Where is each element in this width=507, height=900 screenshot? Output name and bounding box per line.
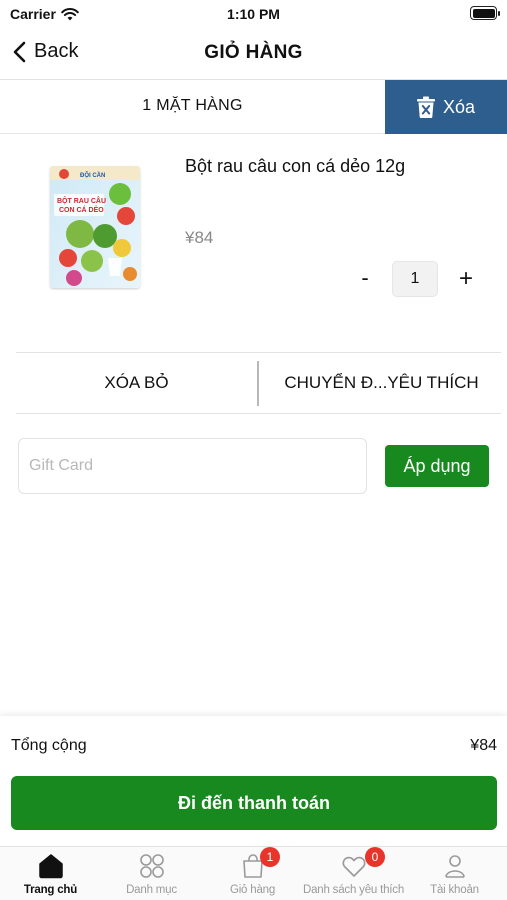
tab-bar: Trang chủ Danh mục 1 Giỏ hàng 0 Danh sác… xyxy=(0,846,507,900)
cart-header: 1 MẶT HÀNG Xóa xyxy=(0,80,507,134)
clear-cart-button[interactable]: Xóa xyxy=(385,80,507,134)
svg-text:ĐỘI CẦN: ĐỘI CẦN xyxy=(80,171,105,179)
svg-text:BỘT RAU CÂU: BỘT RAU CÂU xyxy=(57,196,106,205)
battery-icon xyxy=(470,6,500,20)
quantity-increase-button[interactable]: + xyxy=(455,265,477,293)
svg-text:CON CÁ DẺO: CON CÁ DẺO xyxy=(59,205,104,214)
quantity-value[interactable]: 1 xyxy=(392,261,438,297)
tab-account[interactable]: Tài khoản xyxy=(404,847,505,900)
page-title: GIỎ HÀNG xyxy=(204,42,303,63)
tab-label: Tài khoản xyxy=(430,884,479,896)
item-actions: XÓA BỎ CHUYỂN Đ...YÊU THÍCH xyxy=(16,352,501,414)
product-price: ¥84 xyxy=(185,228,214,247)
item-count-label: 1 MẶT HÀNG xyxy=(142,97,243,114)
move-to-wishlist-button[interactable]: CHUYỂN Đ...YÊU THÍCH xyxy=(262,353,501,413)
home-icon xyxy=(38,854,63,879)
heart-icon xyxy=(342,856,365,877)
checkout-button[interactable]: Đi đến thanh toán xyxy=(11,776,497,830)
tab-home[interactable]: Trang chủ xyxy=(0,847,101,900)
clear-cart-label: Xóa xyxy=(442,96,476,117)
status-time: 1:10 PM xyxy=(227,6,280,22)
tab-label: Danh sách yêu thích xyxy=(303,884,405,896)
product-name[interactable]: Bột rau câu con cá dẻo 12g xyxy=(185,156,405,177)
order-summary: Tổng cộng ¥84 Đi đến thanh toán xyxy=(0,716,507,846)
tab-cart[interactable]: 1 Giỏ hàng xyxy=(202,847,303,900)
quantity-decrease-button[interactable]: - xyxy=(356,265,374,291)
total-label: Tổng cộng xyxy=(11,737,87,754)
cart-item: ĐỘI CẦN BỘT RAU CÂU CON CÁ DẺO Bột rau c… xyxy=(0,134,507,352)
user-icon xyxy=(444,855,465,878)
remove-item-button[interactable]: XÓA BỎ xyxy=(16,353,257,413)
tab-categories[interactable]: Danh mục xyxy=(101,847,202,900)
navigation-bar: Back GIỎ HÀNG xyxy=(0,28,507,80)
cart-badge: 1 xyxy=(260,847,280,867)
actions-divider xyxy=(257,361,259,406)
apply-gift-card-button[interactable]: Áp dụng xyxy=(385,445,489,487)
grid-icon xyxy=(139,854,164,878)
tab-label: Giỏ hàng xyxy=(229,884,276,896)
tab-label: Trang chủ xyxy=(23,884,78,896)
trash-icon xyxy=(416,96,435,118)
status-bar: Carrier 1:10 PM xyxy=(0,0,507,28)
tab-wishlist[interactable]: 0 Danh sách yêu thích xyxy=(303,847,404,900)
product-image[interactable]: ĐỘI CẦN BỘT RAU CÂU CON CÁ DẺO xyxy=(50,166,140,288)
wishlist-badge: 0 xyxy=(365,847,385,867)
gift-card-input[interactable] xyxy=(18,438,367,494)
total-value: ¥84 xyxy=(470,737,497,754)
tab-label: Danh mục xyxy=(126,884,177,896)
